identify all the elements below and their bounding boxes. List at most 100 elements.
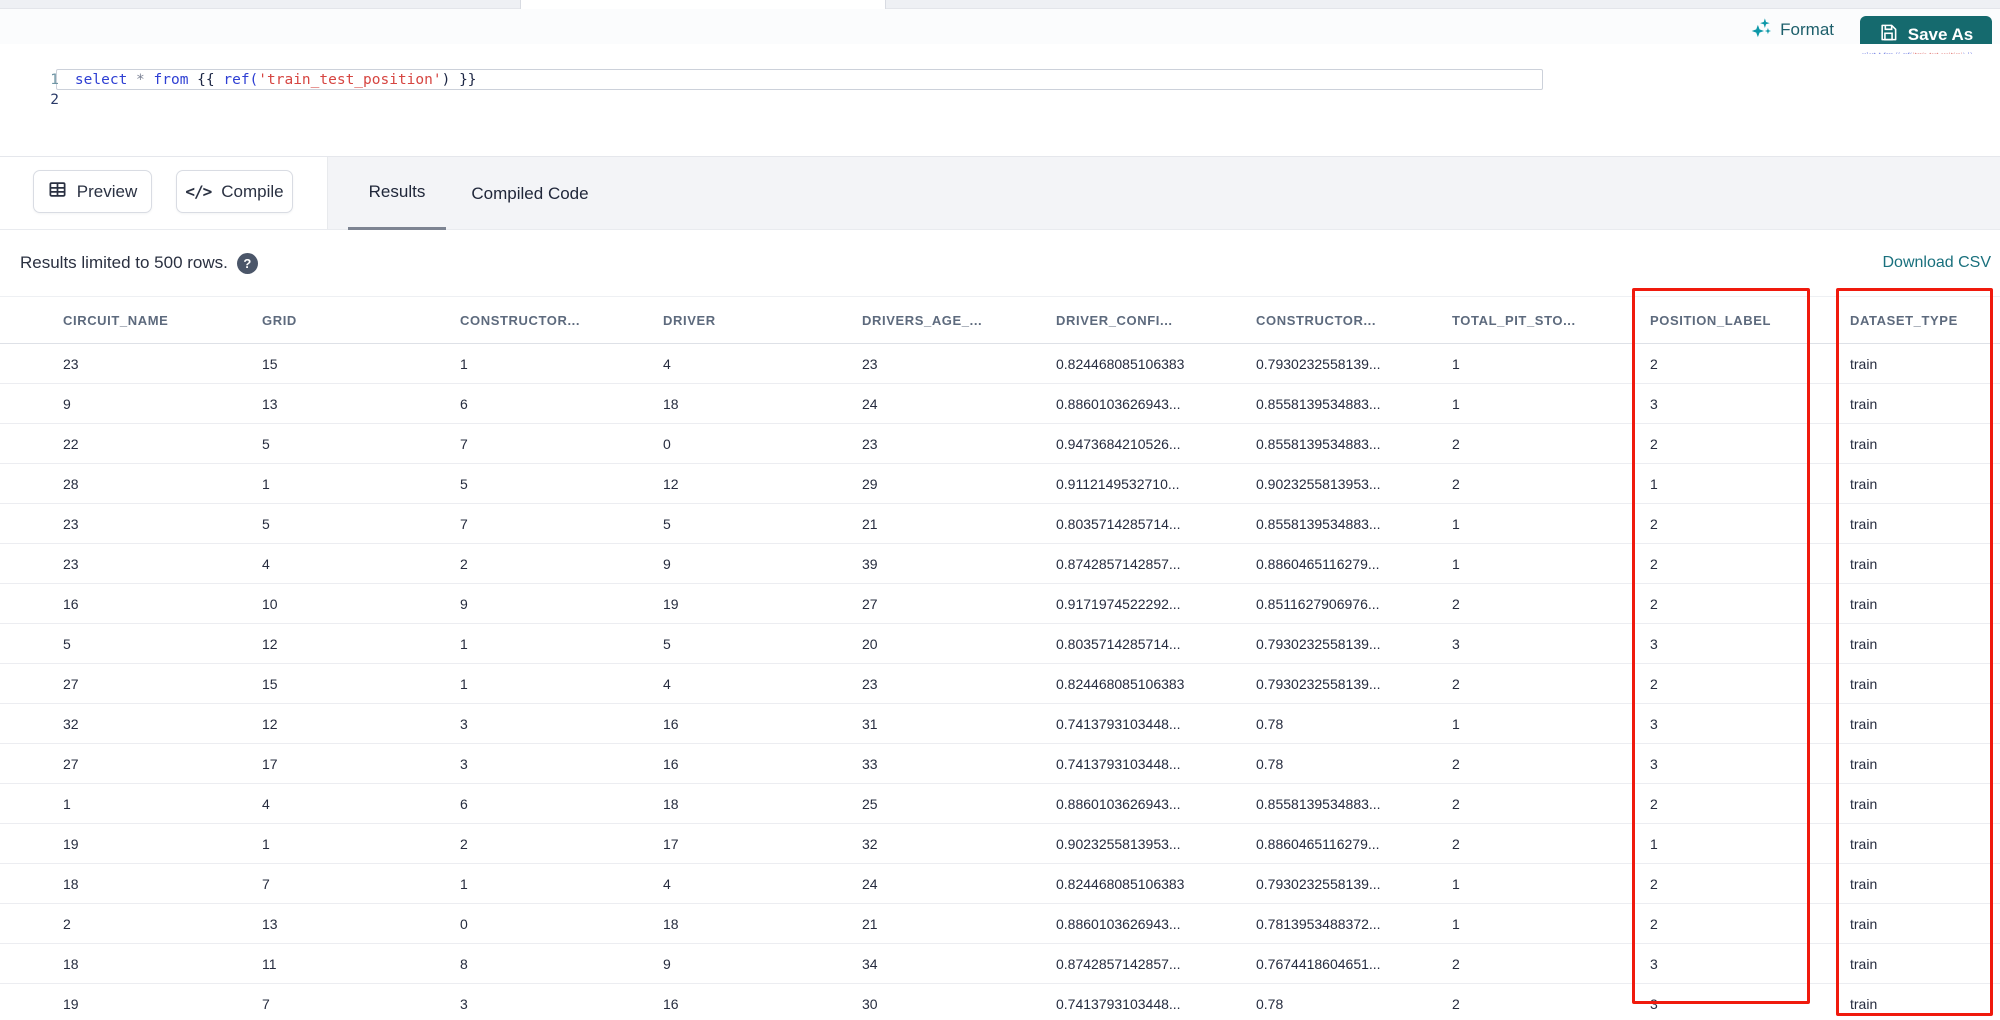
table-cell: 18 <box>63 955 79 972</box>
table-cell: train <box>1850 435 1878 452</box>
table-cell: 3 <box>460 715 468 732</box>
table-cell: train <box>1850 875 1878 892</box>
table-cell: 19 <box>663 595 679 612</box>
column-header-total-pit-sto[interactable]: TOTAL_PIT_STO... <box>1452 313 1650 328</box>
tab-results[interactable]: Results <box>348 157 446 230</box>
table-cell: 1 <box>460 635 468 652</box>
table-cell: train <box>1850 635 1878 652</box>
table-cell: train <box>1850 795 1878 812</box>
column-header-driver[interactable]: DRIVER <box>663 313 862 328</box>
table-cell: 4 <box>663 675 671 692</box>
table-row: 5 12 1 5 20 0.8035714285714... 0.7930232558139… <box>0 624 2000 664</box>
table-cell: 0.8860103626943... <box>1056 795 1181 812</box>
table-grid-icon <box>48 180 67 204</box>
help-icon[interactable]: ? <box>236 252 258 274</box>
line-number-2: 2 <box>50 92 59 108</box>
table-cell: 39 <box>862 555 878 572</box>
table-cell: 18 <box>663 395 679 412</box>
sql-code-editor[interactable]: 1 select * from {{ ref('train_test_positi… <box>0 44 2000 157</box>
table-cell: 2 <box>1650 515 1658 532</box>
format-label: Format <box>1780 20 1834 39</box>
code-line-1[interactable]: 1 select * from {{ ref('train_test_positi… <box>0 50 2000 88</box>
table-cell: 0.8035714285714... <box>1056 515 1181 532</box>
table-cell: 3 <box>1650 635 1658 652</box>
table-cell: 1 <box>262 475 270 492</box>
table-cell: 2 <box>1452 835 1460 852</box>
table-cell: 0.7930232558139... <box>1256 635 1381 652</box>
table-cell: 22 <box>63 435 79 452</box>
table-cell: train <box>1850 475 1878 492</box>
table-body: 23 15 1 4 23 0.824468085106383 0.7930232558139… <box>0 344 2000 1020</box>
preview-button[interactable]: Preview <box>33 170 152 213</box>
table-cell: 0.8860465116279... <box>1256 835 1380 852</box>
table-row: 16 10 9 19 27 0.9171974522292... 0.85116279069… <box>0 584 2000 624</box>
editor-minimap[interactable]: select * from {{ ref('train_test_positio… <box>1852 46 1990 54</box>
table-cell: 5 <box>663 635 671 652</box>
table-cell: 0.7413793103448... <box>1056 755 1181 772</box>
table-cell: 0.8558139534883... <box>1256 435 1381 452</box>
table-cell: 29 <box>862 475 878 492</box>
table-cell: 15 <box>262 675 278 692</box>
table-cell: train <box>1850 755 1878 772</box>
table-cell: 8 <box>460 955 468 972</box>
table-cell: 0.8558139534883... <box>1256 515 1381 532</box>
table-cell: 1 <box>1452 875 1460 892</box>
table-cell: 18 <box>63 875 79 892</box>
table-cell: 9 <box>663 555 671 572</box>
row-limit-message: Results limited to 500 rows. <box>20 253 228 272</box>
table-cell: 1 <box>1452 355 1460 372</box>
table-cell: 3 <box>1650 395 1658 412</box>
table-cell: 5 <box>663 515 671 532</box>
table-cell: 3 <box>1452 635 1460 652</box>
table-cell: 2 <box>460 835 468 852</box>
active-file-tab[interactable] <box>520 0 886 9</box>
table-cell: 7 <box>262 875 270 892</box>
download-csv-link[interactable]: Download CSV <box>1883 230 1992 296</box>
column-header-dataset-type[interactable]: DATASET_TYPE <box>1850 313 2000 328</box>
table-cell: 1 <box>460 355 468 372</box>
table-cell: 0.8558139534883... <box>1256 395 1381 412</box>
editor-tab-strip <box>0 0 2000 9</box>
column-header-position-label[interactable]: POSITION_LABEL <box>1650 313 1850 328</box>
compile-button[interactable]: </> Compile <box>176 170 293 213</box>
table-cell: 10 <box>262 595 278 612</box>
column-header-circuit-name[interactable]: CIRCUIT_NAME <box>63 313 262 328</box>
table-cell: 6 <box>460 795 468 812</box>
table-cell: 0.8742857142857... <box>1056 555 1181 572</box>
table-cell: 0.9023255813953... <box>1056 835 1181 852</box>
code-line-2[interactable]: 2 <box>0 70 2000 108</box>
sparkles-icon <box>1750 17 1772 43</box>
save-as-label: Save As <box>1907 25 1974 44</box>
table-cell: 0.7930232558139... <box>1256 875 1381 892</box>
table-cell: 1 <box>460 675 468 692</box>
table-row: 22 5 7 0 23 0.9473684210526... 0.8558139534883… <box>0 424 2000 464</box>
table-cell: 33 <box>862 755 878 772</box>
table-cell: 0.7930232558139... <box>1256 355 1381 372</box>
column-header-drivers-age[interactable]: DRIVERS_AGE_... <box>862 313 1056 328</box>
minimap-code-segment: select * from {{ ref( <box>1862 52 1913 54</box>
table-cell: 3 <box>1650 715 1658 732</box>
table-cell: train <box>1850 395 1878 412</box>
column-header-constructor-2[interactable]: CONSTRUCTOR... <box>1256 313 1452 328</box>
table-cell: 19 <box>63 835 79 852</box>
table-row: 9 13 6 18 24 0.8860103626943... 0.855813953488… <box>0 384 2000 424</box>
table-cell: 27 <box>63 675 79 692</box>
column-header-grid[interactable]: GRID <box>262 313 460 328</box>
table-row: 27 15 1 4 23 0.824468085106383 0.7930232558139… <box>0 664 2000 704</box>
tab-compiled-code-label: Compiled Code <box>471 183 589 203</box>
tab-compiled-code[interactable]: Compiled Code <box>458 157 602 230</box>
table-cell: train <box>1850 595 1878 612</box>
table-row: 23 4 2 9 39 0.8742857142857... 0.8860465116279… <box>0 544 2000 584</box>
table-cell: 1 <box>1452 915 1460 932</box>
table-cell: 13 <box>262 915 278 932</box>
table-cell: 5 <box>262 435 270 452</box>
results-status-row: Results limited to 500 rows. ? Download … <box>0 230 2000 296</box>
table-cell: 11 <box>262 955 277 972</box>
column-header-constructor[interactable]: CONSTRUCTOR... <box>460 313 663 328</box>
table-cell: 1 <box>262 835 270 852</box>
column-header-driver-confi[interactable]: DRIVER_CONFI... <box>1056 313 1256 328</box>
format-button[interactable]: Format <box>1750 13 1834 47</box>
table-cell: 1 <box>1650 835 1658 852</box>
table-row: 2 13 0 18 21 0.8860103626943... 0.781395348837… <box>0 904 2000 944</box>
table-cell: 1 <box>1452 555 1460 572</box>
